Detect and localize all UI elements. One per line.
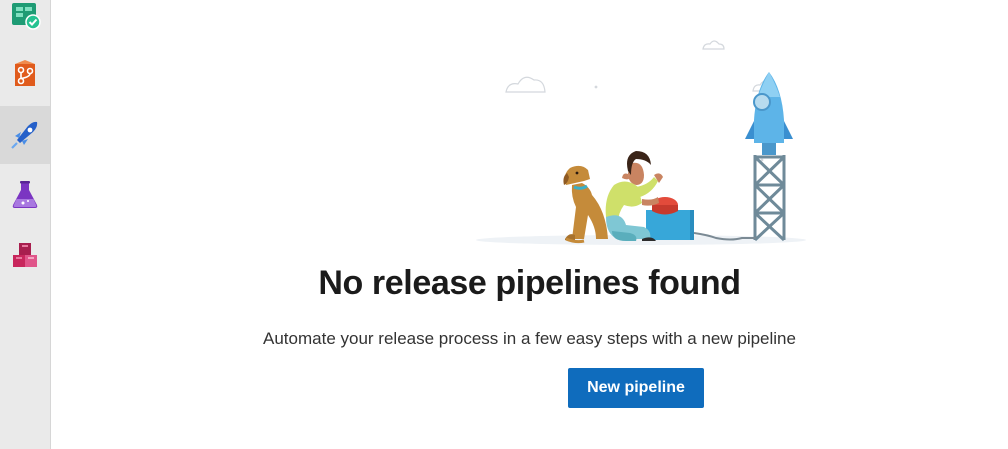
boards-icon (12, 3, 41, 30)
test-plans-icon (12, 181, 38, 208)
empty-state-description: Automate your release process in a few e… (263, 329, 796, 348)
left-nav-sidebar (0, 0, 51, 449)
nav-pipelines[interactable] (0, 106, 50, 164)
artifacts-icon (13, 243, 37, 267)
empty-state-title: No release pipelines found (318, 264, 741, 302)
new-pipeline-button[interactable]: New pipeline (568, 368, 704, 408)
main-content: No release pipelines found Automate your… (51, 0, 1008, 449)
rocket-launch-illustration (476, 40, 806, 245)
nav-repos[interactable] (0, 46, 50, 104)
nav-artifacts[interactable] (0, 226, 50, 284)
repos-icon (15, 60, 35, 86)
nav-test-plans[interactable] (0, 166, 50, 224)
pipelines-icon (11, 121, 38, 149)
nav-boards[interactable] (0, 0, 50, 44)
